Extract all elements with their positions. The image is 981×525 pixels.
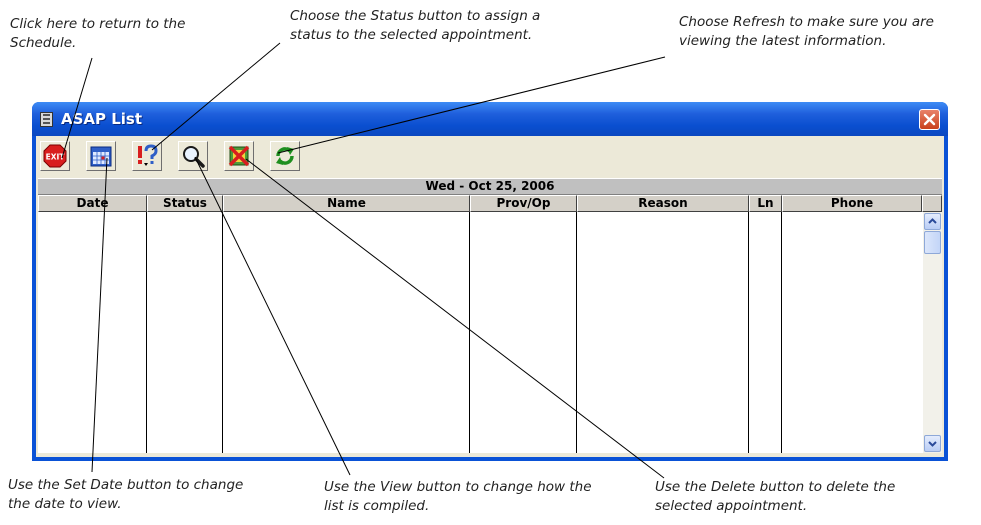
window-title: ASAP List [61,110,143,128]
column-divider [748,212,749,453]
column-header-date[interactable]: Date [38,195,147,212]
asap-list-window: ASAP List EXIT Wed - Oct 25, 2006 Date S… [32,102,948,461]
scroll-up-button[interactable] [924,213,941,230]
status-icon [138,144,158,166]
column-header-filler [922,195,942,212]
date-header: Wed - Oct 25, 2006 [38,178,942,195]
svg-text:EXIT: EXIT [46,153,66,162]
column-header-prov-op[interactable]: Prov/Op [470,195,577,212]
column-divider [146,212,147,453]
set-date-button[interactable] [86,141,116,171]
refresh-icon [276,147,294,165]
exit-icon: EXIT [43,144,67,168]
callout-set-date: Use the Set Date button to change the da… [8,477,244,512]
delete-icon [228,145,250,167]
calendar-icon [90,146,112,167]
callout-return-schedule: Click here to return to the Schedule. [10,16,186,51]
column-divider [781,212,782,453]
delete-button[interactable] [224,141,254,171]
chevron-down-icon [928,441,937,447]
scroll-thumb[interactable] [924,231,941,254]
column-divider [576,212,577,453]
app-icon [40,112,53,127]
column-header-status[interactable]: Status [147,195,223,212]
magnifier-icon [183,146,205,168]
callout-refresh: Choose Refresh to make sure you are view… [679,14,934,49]
title-bar[interactable]: ASAP List [32,102,948,136]
refresh-button[interactable] [270,141,300,171]
callout-status: Choose the Status button to assign a sta… [290,8,541,43]
toolbar: EXIT [36,136,944,178]
column-header-reason[interactable]: Reason [577,195,749,212]
column-divider [222,212,223,453]
column-header-row: Date Status Name Prov/Op Reason Ln Phone [38,195,942,212]
column-divider [469,212,470,453]
view-button[interactable] [178,141,208,171]
status-button[interactable] [132,141,162,171]
callout-view: Use the View button to change how the li… [324,479,592,514]
close-button[interactable] [919,109,940,130]
column-header-ln[interactable]: Ln [749,195,782,212]
callout-delete: Use the Delete button to delete the sele… [655,479,896,514]
window-client: EXIT Wed - Oct 25, 2006 Date Status Name… [36,136,944,457]
chevron-up-icon [928,218,937,224]
column-header-name[interactable]: Name [223,195,470,212]
exit-button[interactable]: EXIT [40,141,70,171]
vertical-scrollbar[interactable] [923,212,942,453]
column-header-phone[interactable]: Phone [782,195,922,212]
scroll-down-button[interactable] [924,435,941,452]
appointment-list[interactable] [38,212,923,453]
close-icon [923,113,936,126]
